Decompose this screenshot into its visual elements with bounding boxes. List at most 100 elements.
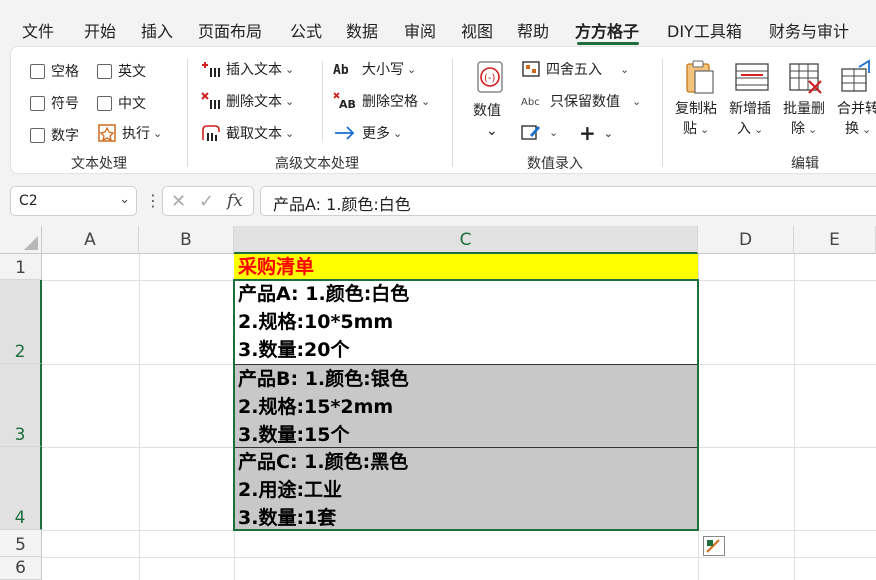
svg-text:Abc: Abc — [521, 97, 540, 108]
column-header-d[interactable]: D — [698, 226, 794, 254]
delete-space-icon: AB — [333, 92, 357, 111]
group-label-edit: 编辑 — [791, 156, 819, 172]
delete-space-button[interactable]: AB 删除空格 ⌄ — [333, 91, 430, 111]
checkbox-symbol-label: 符号 — [51, 96, 79, 112]
case-label: 大小写 — [362, 62, 404, 78]
value-icon: (-) — [477, 61, 503, 93]
checkbox-chinese[interactable]: 中文 — [97, 93, 146, 113]
quick-analysis-icon[interactable] — [703, 536, 725, 556]
menu-finance-audit[interactable]: 财务与审计 — [769, 18, 849, 42]
chevron-down-icon: ⌄ — [632, 94, 642, 108]
plus-button[interactable]: + ⌄ — [579, 121, 613, 145]
copy-paste-label-2: 贴 ⌄ — [683, 121, 710, 137]
chevron-down-icon: ⌄ — [620, 62, 630, 76]
cut-text-label: 截取文本 — [226, 126, 282, 142]
menu-page-layout[interactable]: 页面布局 — [198, 18, 262, 42]
more-vertical-icon[interactable]: ⋮ — [145, 191, 161, 210]
round-label: 四舍五入 — [546, 62, 602, 78]
chevron-down-icon: ⌄ — [603, 126, 613, 140]
function-icon[interactable]: fx — [227, 191, 243, 211]
confirm-icon[interactable]: ✓ — [199, 191, 214, 212]
row-header-3[interactable]: 3 — [0, 364, 42, 447]
menu-review[interactable]: 审阅 — [404, 18, 436, 42]
case-icon: Ab — [333, 60, 357, 78]
more-button[interactable]: 更多 ⌄ — [333, 123, 402, 143]
batch-delete-label-2: 除 ⌄ — [791, 121, 818, 137]
column-header-a[interactable]: A — [42, 226, 139, 254]
batch-delete-label-1: 批量删 — [783, 101, 825, 117]
gridline — [42, 557, 876, 558]
menu-view[interactable]: 视图 — [461, 18, 493, 42]
keep-value-button[interactable]: Abc 只保留数值 ⌄ — [521, 91, 641, 111]
checkbox-english[interactable]: 英文 — [97, 61, 146, 81]
menu-home[interactable]: 开始 — [84, 18, 116, 42]
checkbox-number-label: 数字 — [51, 128, 79, 144]
menu-formulas[interactable]: 公式 — [290, 18, 322, 42]
chevron-down-icon: ⌄ — [393, 126, 403, 140]
copy-paste-label-1: 复制粘 — [675, 101, 717, 117]
add-insert-icon — [735, 63, 769, 91]
group-label-advanced-text: 高级文本处理 — [275, 156, 359, 172]
separator — [662, 59, 663, 167]
chevron-down-icon[interactable]: ⌄ — [119, 192, 130, 207]
column-header-e[interactable]: E — [794, 226, 876, 254]
cell-c4[interactable]: 产品C: 1.颜色:黑色 2.用途:工业 3.数量:1套 — [234, 447, 698, 530]
spreadsheet-grid: A B C D E 1 2 3 4 5 6 采购清单 产品A: 1.颜色:白色 … — [0, 226, 876, 580]
case-button[interactable]: Ab 大小写 ⌄ — [333, 59, 416, 79]
add-insert-label-1: 新增插 — [729, 101, 771, 117]
menu-help[interactable]: 帮助 — [517, 18, 549, 42]
column-header-b[interactable]: B — [139, 226, 234, 254]
menu-data[interactable]: 数据 — [346, 18, 378, 42]
row-header-1[interactable]: 1 — [0, 254, 42, 280]
edit-cell-button[interactable]: ⌄ — [521, 123, 558, 141]
checkbox-icon — [30, 95, 45, 111]
plus-icon: + — [579, 121, 596, 145]
gridline — [698, 254, 699, 580]
cell-c2[interactable]: 产品A: 1.颜色:白色 2.规格:10*5mm 3.数量:20个 — [234, 280, 698, 364]
chevron-down-icon: ⌄ — [285, 62, 295, 76]
chevron-down-icon: ⌄ — [549, 125, 559, 139]
cut-text-button[interactable]: 截取文本 ⌄ — [201, 123, 294, 143]
name-box[interactable]: C2 ⌄ — [10, 186, 137, 216]
cell-c3[interactable]: 产品B: 1.颜色:银色 2.规格:15*2mm 3.数量:15个 — [234, 364, 698, 447]
checkbox-space-label: 空格 — [51, 64, 79, 80]
cell-c1[interactable]: 采购清单 — [234, 254, 698, 280]
checkbox-symbol[interactable]: 符号 — [30, 93, 79, 113]
cut-text-icon — [201, 124, 221, 142]
merge-icon — [841, 59, 870, 92]
checkbox-english-label: 英文 — [118, 64, 146, 80]
execute-button[interactable]: 执行 ⌄ — [97, 123, 162, 143]
chevron-down-icon: ⌄ — [285, 94, 295, 108]
insert-text-label: 插入文本 — [226, 62, 282, 78]
insert-text-button[interactable]: 插入文本 ⌄ — [201, 59, 294, 79]
arrow-right-icon — [333, 124, 357, 142]
separator — [322, 61, 323, 141]
checkbox-number[interactable]: 数字 — [30, 125, 79, 145]
menu-file[interactable]: 文件 — [22, 18, 54, 42]
checkbox-chinese-label: 中文 — [118, 96, 146, 112]
merge-label-1: 合并转 — [837, 101, 876, 117]
row-header-5[interactable]: 5 — [0, 530, 42, 557]
select-all-corner[interactable] — [0, 226, 42, 254]
row-header-2[interactable]: 2 — [0, 280, 42, 364]
checkbox-icon — [30, 63, 45, 79]
delete-space-label: 删除空格 — [362, 94, 418, 110]
menu-fangfang[interactable]: 方方格子 — [575, 18, 639, 42]
formula-input[interactable]: 产品A: 1.颜色:白色 — [260, 186, 876, 216]
menu-diy-toolbox[interactable]: DIY工具箱 — [667, 18, 742, 42]
insert-text-icon — [201, 60, 221, 78]
delete-text-button[interactable]: 删除文本 ⌄ — [201, 91, 294, 111]
checkbox-space[interactable]: 空格 — [30, 61, 79, 81]
menu-insert[interactable]: 插入 — [141, 18, 173, 42]
gridline — [139, 254, 140, 580]
delete-text-label: 删除文本 — [226, 94, 282, 110]
round-button[interactable]: 四舍五入 ⌄ — [521, 59, 629, 79]
svg-text:AB: AB — [339, 98, 356, 110]
formula-buttons: ✕ ✓ fx — [162, 186, 254, 216]
checkbox-icon — [30, 127, 45, 143]
add-insert-label-2: 入 ⌄ — [737, 121, 764, 137]
row-header-6[interactable]: 6 — [0, 557, 42, 580]
column-header-c[interactable]: C — [234, 226, 698, 254]
row-header-4[interactable]: 4 — [0, 447, 42, 530]
cancel-icon[interactable]: ✕ — [171, 191, 186, 212]
